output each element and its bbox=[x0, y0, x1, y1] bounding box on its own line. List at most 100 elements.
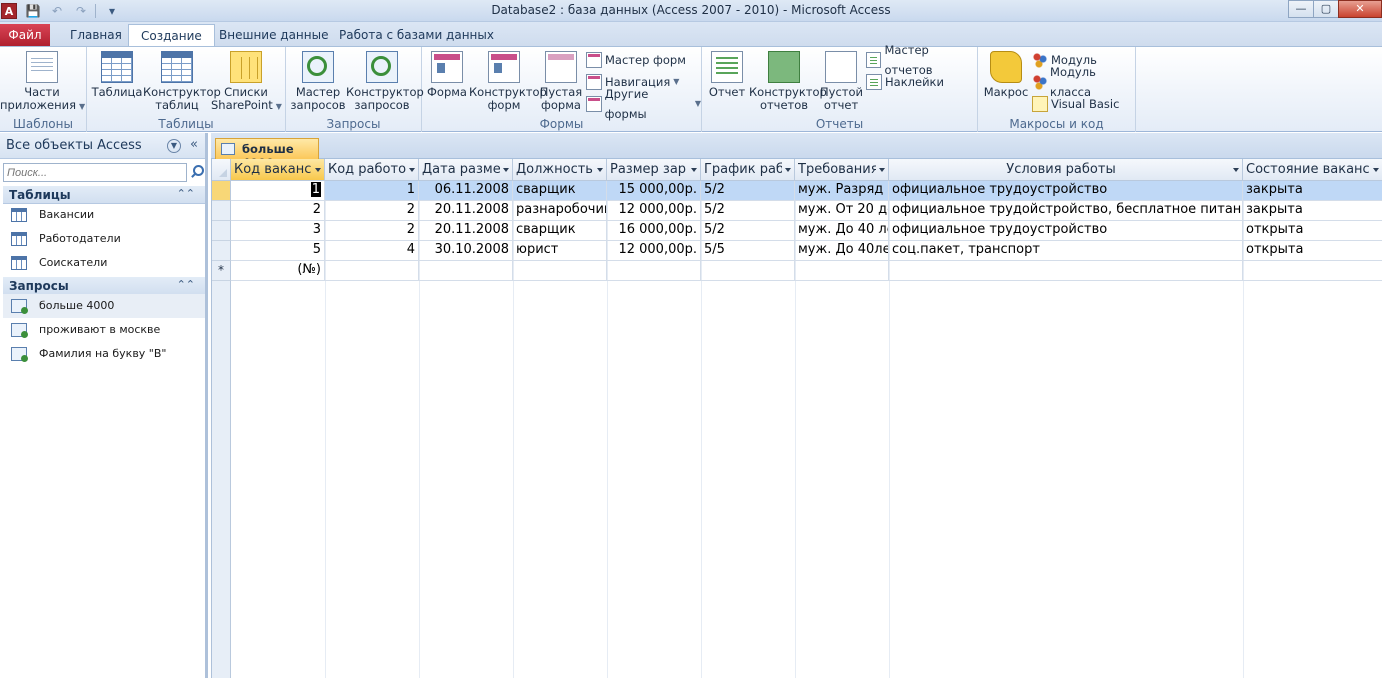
labels-button[interactable]: Наклейки bbox=[866, 72, 944, 92]
navigation-pane-header[interactable]: Все объекты Access ▼ « bbox=[0, 133, 205, 159]
column-header[interactable]: Должность bbox=[513, 159, 607, 181]
tab-file[interactable]: Файл bbox=[0, 24, 50, 46]
table-cell[interactable]: муж. Разряд 8 bbox=[795, 181, 889, 201]
table-cell[interactable]: юрист bbox=[513, 241, 607, 261]
nav-item-table-employers[interactable]: Работодатели bbox=[3, 227, 205, 251]
new-record-cell[interactable] bbox=[795, 261, 889, 281]
close-button[interactable]: ✕ bbox=[1338, 0, 1382, 18]
report-designer-button[interactable]: Конструктор отчетов bbox=[749, 51, 827, 112]
search-icon[interactable] bbox=[188, 164, 204, 180]
query-wizard-button[interactable]: Мастер запросов bbox=[290, 51, 346, 112]
section-queries[interactable]: Запросы ⌃⌃ bbox=[3, 277, 205, 295]
dropdown-arrow-icon[interactable] bbox=[785, 168, 791, 172]
dropdown-arrow-icon[interactable] bbox=[691, 168, 697, 172]
dropdown-arrow-icon[interactable] bbox=[879, 168, 885, 172]
column-header[interactable]: Дата разме bbox=[419, 159, 513, 181]
column-header[interactable]: Код ваканс bbox=[231, 159, 325, 181]
new-record-marker[interactable]: * bbox=[212, 261, 231, 281]
nav-item-query-surname-v[interactable]: Фамилия на букву "В" bbox=[3, 342, 205, 366]
table-cell[interactable]: 4 bbox=[325, 241, 419, 261]
column-header[interactable]: Размер зар bbox=[607, 159, 701, 181]
dropdown-arrow-icon[interactable] bbox=[1233, 168, 1239, 172]
visual-basic-button[interactable]: Visual Basic bbox=[1032, 94, 1119, 114]
new-record-cell[interactable] bbox=[607, 261, 701, 281]
tab-external-data[interactable]: Внешние данные bbox=[207, 24, 340, 46]
report-wizard-button[interactable]: Мастер отчетов bbox=[866, 43, 977, 77]
table-cell[interactable]: закрыта bbox=[1243, 181, 1382, 201]
form-button[interactable]: Форма bbox=[426, 51, 468, 99]
new-record-cell[interactable] bbox=[1243, 261, 1382, 281]
record-selector[interactable] bbox=[212, 221, 231, 241]
document-tab-query[interactable]: больше 4000 bbox=[215, 138, 319, 170]
new-record-cell[interactable] bbox=[325, 261, 419, 281]
dropdown-arrow-icon[interactable] bbox=[1373, 168, 1379, 172]
table-cell[interactable]: муж. От 20 до bbox=[795, 201, 889, 221]
dropdown-arrow-icon[interactable] bbox=[409, 168, 415, 172]
table-cell[interactable]: муж. До 40лет bbox=[795, 241, 889, 261]
table-cell[interactable]: 5/2 bbox=[701, 221, 795, 241]
table-cell[interactable]: 20.11.2008 bbox=[419, 221, 513, 241]
report-button[interactable]: Отчет bbox=[708, 51, 746, 99]
table-cell[interactable]: 2 bbox=[325, 221, 419, 241]
column-header[interactable]: Условия работы bbox=[889, 159, 1243, 181]
table-cell[interactable]: 1 bbox=[231, 181, 325, 201]
nav-item-query-live-moscow[interactable]: проживают в москве bbox=[3, 318, 205, 342]
section-tables[interactable]: Таблицы ⌃⌃ bbox=[3, 186, 205, 204]
table-cell[interactable]: 15 000,00р. bbox=[607, 181, 701, 201]
dropdown-arrow-icon[interactable] bbox=[597, 168, 603, 172]
collapse-section-icon[interactable]: ⌃⌃ bbox=[177, 278, 195, 291]
table-cell[interactable]: открыта bbox=[1243, 221, 1382, 241]
table-cell[interactable]: 5 bbox=[231, 241, 325, 261]
query-designer-button[interactable]: Конструктор запросов bbox=[346, 51, 424, 112]
nav-item-table-vacancies[interactable]: Вакансии bbox=[3, 203, 205, 227]
new-record-cell[interactable] bbox=[513, 261, 607, 281]
record-selector[interactable] bbox=[212, 181, 231, 201]
table-cell[interactable]: 5/5 bbox=[701, 241, 795, 261]
blank-report-button[interactable]: Пустой отчет bbox=[820, 51, 863, 112]
sharepoint-lists-button[interactable]: Списки SharePoint ▼ bbox=[211, 51, 282, 113]
minimize-button[interactable]: — bbox=[1288, 0, 1314, 18]
table-cell[interactable]: 30.10.2008 bbox=[419, 241, 513, 261]
form-designer-button[interactable]: Конструктор форм bbox=[469, 51, 547, 112]
table-button[interactable]: Таблица bbox=[91, 51, 143, 99]
new-record-cell[interactable] bbox=[419, 261, 513, 281]
chevron-down-icon[interactable]: ▼ bbox=[167, 139, 181, 153]
column-header[interactable]: Состояние ваканс bbox=[1243, 159, 1382, 181]
table-designer-button[interactable]: Конструктор таблиц bbox=[143, 51, 221, 112]
table-cell[interactable]: 5/2 bbox=[701, 181, 795, 201]
app-parts-button[interactable]: Части приложения ▼ bbox=[0, 51, 85, 113]
class-module-button[interactable]: Модуль класса bbox=[1032, 65, 1135, 99]
table-cell[interactable]: 3 bbox=[231, 221, 325, 241]
table-cell[interactable]: муж. До 40 лет bbox=[795, 221, 889, 241]
new-record-cell[interactable] bbox=[889, 261, 1243, 281]
table-cell[interactable]: 20.11.2008 bbox=[419, 201, 513, 221]
table-cell[interactable]: 2 bbox=[231, 201, 325, 221]
dropdown-arrow-icon[interactable] bbox=[315, 168, 321, 172]
record-selector[interactable] bbox=[212, 201, 231, 221]
table-cell[interactable]: закрыта bbox=[1243, 201, 1382, 221]
blank-form-button[interactable]: Пустая форма bbox=[539, 51, 583, 112]
datasheet-grid[interactable]: Код ваканс Код работод Дата разме Должно… bbox=[211, 159, 1382, 678]
table-cell[interactable]: разнаробочий bbox=[513, 201, 607, 221]
table-cell[interactable]: открыта bbox=[1243, 241, 1382, 261]
select-all-corner[interactable] bbox=[212, 159, 231, 181]
table-cell[interactable]: 12 000,00р. bbox=[607, 201, 701, 221]
collapse-pane-icon[interactable]: « bbox=[190, 137, 198, 152]
table-cell[interactable]: официальное трудоустройство bbox=[889, 181, 1243, 201]
macro-button[interactable]: Макрос bbox=[982, 51, 1030, 99]
table-cell[interactable]: сварщик bbox=[513, 181, 607, 201]
tab-home[interactable]: Главная bbox=[58, 24, 134, 46]
search-input[interactable] bbox=[3, 163, 187, 182]
column-header[interactable]: Требования bbox=[795, 159, 889, 181]
table-cell[interactable]: соц.пакет, транспорт bbox=[889, 241, 1243, 261]
dropdown-arrow-icon[interactable] bbox=[503, 168, 509, 172]
nav-item-query-more-4000[interactable]: больше 4000 bbox=[3, 294, 205, 318]
table-cell[interactable]: официальное трудойстройство, бесплатное … bbox=[889, 201, 1243, 221]
other-forms-button[interactable]: Другие формы ▼ bbox=[586, 87, 701, 121]
column-header[interactable]: Код работод bbox=[325, 159, 419, 181]
table-cell[interactable]: 16 000,00р. bbox=[607, 221, 701, 241]
table-cell[interactable]: официальное трудоустройство bbox=[889, 221, 1243, 241]
maximize-button[interactable]: ▢ bbox=[1313, 0, 1339, 18]
table-cell[interactable]: 1 bbox=[325, 181, 419, 201]
table-cell[interactable]: 5/2 bbox=[701, 201, 795, 221]
